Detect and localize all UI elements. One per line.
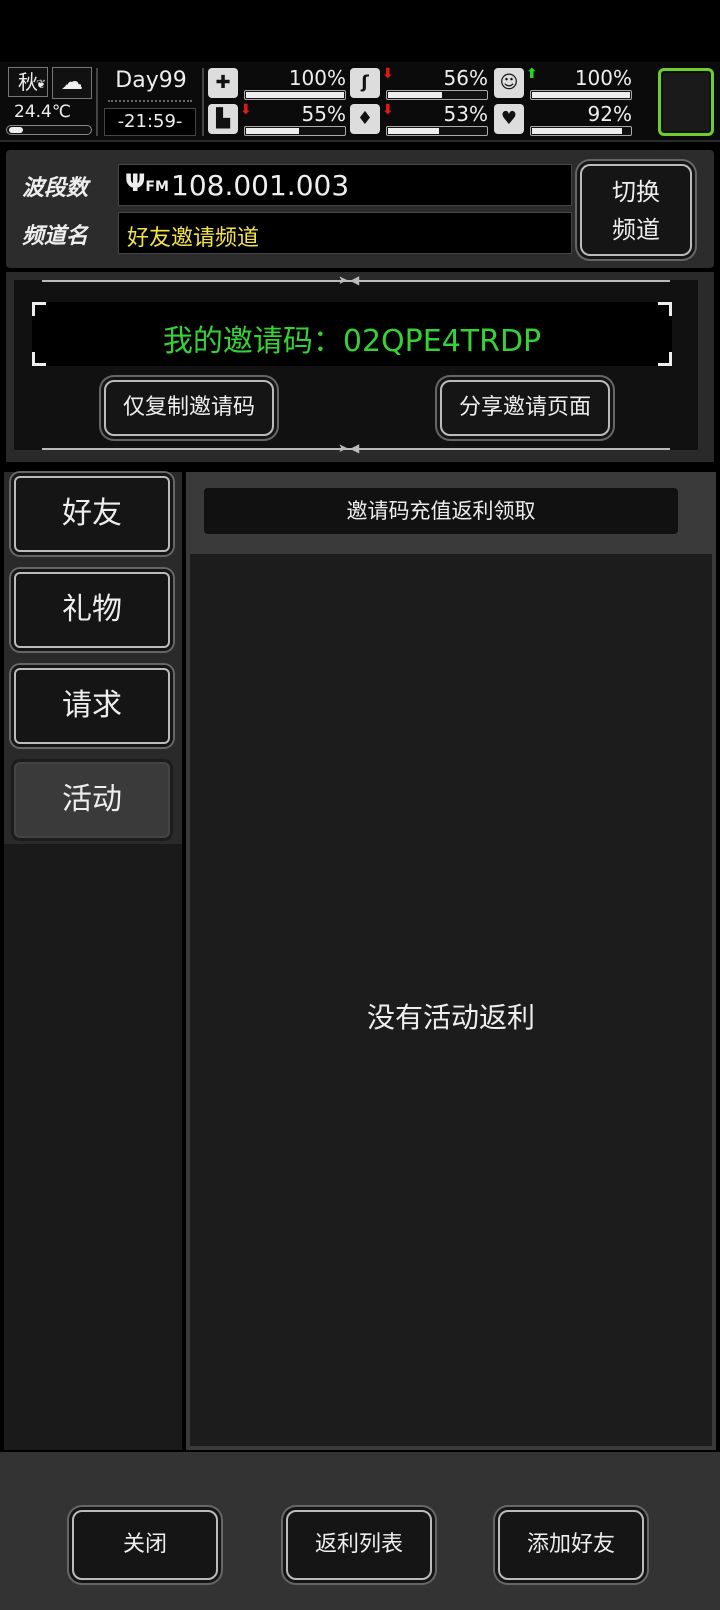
divider [202,68,204,136]
thirst-percent: 53% [443,102,488,126]
mood-bar [530,90,632,100]
temperature-gauge-thumb [9,127,23,133]
content-body: 没有活动返利 [190,554,712,1446]
frequency-field: ΨFM 108.001.003 [118,164,572,206]
stamina-bar-fill [246,128,299,134]
corner-bracket [32,302,46,316]
arrows-icon: ➤◀ [338,273,362,287]
invite-panel-inner: ➤◀ 我的邀请码：02QPE4TRDP 仅复制邀请码 分享邀请页面 ➤◀ [14,273,698,455]
divider [96,68,98,136]
divider: ➤◀ [42,273,670,287]
antenna-fm-icon: ΨFM [125,169,169,197]
arrows-icon: ➤◀ [338,441,362,455]
add-friend-button[interactable]: 添加好友 [498,1510,644,1580]
hunger-stat: ʃ ⬇ 56% [350,66,488,100]
share-invite-page-button[interactable]: 分享邀请页面 [440,380,610,436]
heart-bar-fill [532,128,622,134]
copy-invite-code-button[interactable]: 仅复制邀请码 [104,380,274,436]
equipment-slot[interactable] [658,68,714,136]
hunger-bar [386,90,488,100]
boot-icon: ▙ [208,104,238,134]
content-header: 邀请码充值返利领取 [204,488,678,534]
channel-name-value: 好友邀请频道 [127,226,260,251]
arrow-down-icon: ⬇ [240,102,252,118]
tab-friends[interactable]: 好友 [14,476,170,552]
heart-percent: 92% [587,102,632,126]
sidebar: 好友 礼物 请求 活动 [4,472,182,1450]
tab-requests[interactable]: 请求 [14,668,170,744]
thirst-bar-fill [388,128,439,134]
stomach-icon: ʃ [350,68,380,98]
heart-icon: ♥ [494,104,524,134]
stamina-bar [244,126,346,136]
switch-channel-label-line2: 频道 [612,216,660,244]
temperature: 24.4℃ [14,102,71,122]
channel-panel: 波段数 ΨFM 108.001.003 频道名 好友邀请频道 切换 频道 [6,150,714,268]
channel-name-field: 好友邀请频道 [118,212,572,254]
stamina-percent: 55% [301,102,346,126]
frequency-label: 波段数 [22,176,89,201]
heart-stat: ♥ 92% [494,102,632,136]
invite-code-text: 我的邀请码：02QPE4TRDP [162,324,542,359]
frequency-value: 108.001.003 [171,169,350,202]
season-badge: 秋 ❦ [8,67,48,97]
arrow-down-icon: ⬇ [382,66,394,82]
day-counter: Day99 [115,68,187,93]
bottom-bar: 关闭 返利列表 添加好友 [0,1452,720,1610]
day-progress-ticks [108,100,192,106]
thirst-bar [386,126,488,136]
tab-events[interactable]: 活动 [14,762,170,838]
temperature-gauge [6,125,92,135]
mood-percent: 100% [574,66,632,90]
empty-message: 没有活动返利 [366,1001,535,1034]
heart-bar [530,126,632,136]
leaf-icon: ❦ [35,77,46,91]
water-drop-icon: ♦ [350,104,380,134]
content-panel: 邀请码充值返利领取 没有活动返利 [186,472,716,1450]
health-percent: 100% [288,66,346,90]
stamina-stat: ▙ ⬇ 55% [208,102,346,136]
rebate-list-button[interactable]: 返利列表 [286,1510,432,1580]
mood-stat: ☺ ⬆ 100% [494,66,632,100]
divider: ➤◀ [42,441,670,455]
medkit-icon: ✚ [208,68,238,98]
status-bar: 秋 ❦ ☁ 24.4℃ Day99 -21:59- ✚ 100% ʃ ⬇ 56%… [0,62,720,142]
channel-name-label: 频道名 [22,224,89,249]
mood-icon: ☺ [494,68,524,98]
arrow-up-icon: ⬆ [526,66,538,82]
game-clock: -21:59- [104,108,196,136]
arrow-down-icon: ⬇ [382,102,394,118]
switch-channel-label-line1: 切换 [612,178,660,206]
invite-panel: ➤◀ 我的邀请码：02QPE4TRDP 仅复制邀请码 分享邀请页面 ➤◀ [6,272,714,462]
thirst-stat: ♦ ⬇ 53% [350,102,488,136]
health-bar-fill [246,92,344,98]
mood-bar-fill [532,92,630,98]
health-bar [244,90,346,100]
close-button[interactable]: 关闭 [72,1510,218,1580]
corner-bracket [658,302,672,316]
hunger-percent: 56% [443,66,488,90]
tab-gifts[interactable]: 礼物 [14,572,170,648]
invite-code-box: 我的邀请码：02QPE4TRDP [32,302,672,366]
rain-cloud-icon: ☁ [52,67,92,99]
hunger-bar-fill [388,92,442,98]
health-stat: ✚ 100% [208,66,346,100]
switch-channel-button[interactable]: 切换 频道 [580,164,692,256]
